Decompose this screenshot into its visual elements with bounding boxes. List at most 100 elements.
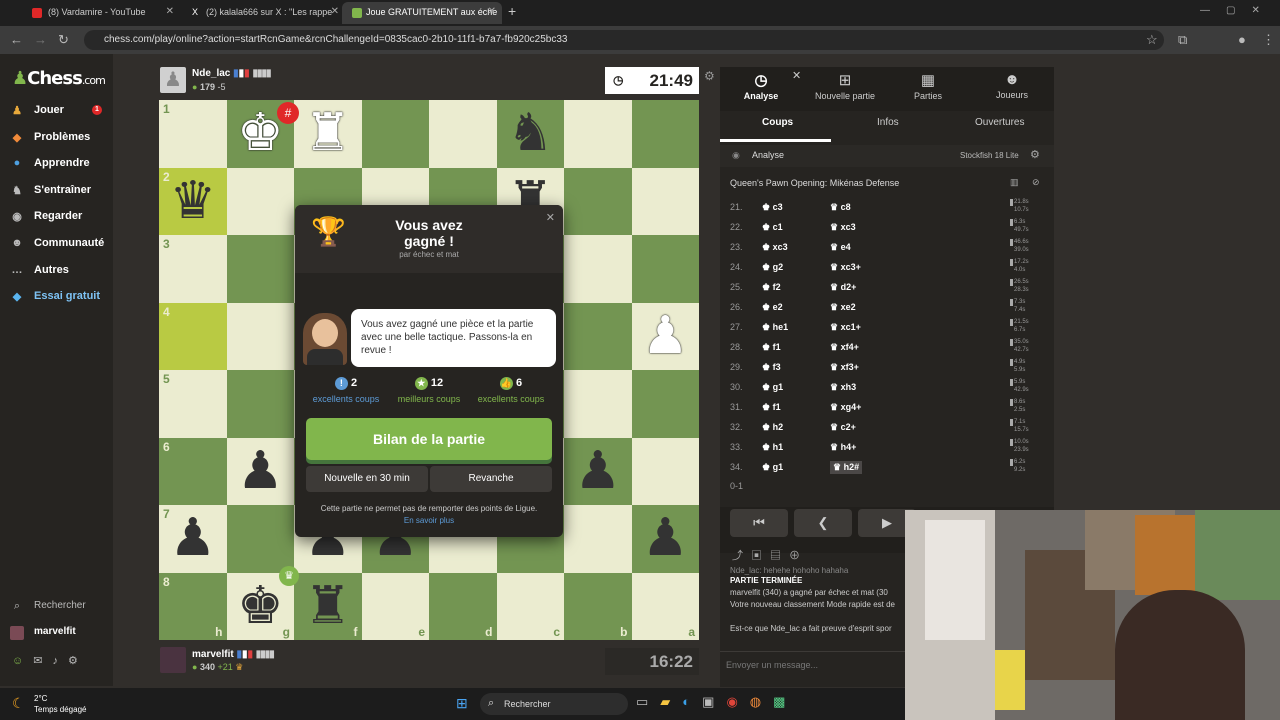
trash-icon[interactable]: ▥ [1010, 177, 1019, 188]
sidebar-item-essai-gratuit[interactable]: ◆ Essai gratuit [10, 290, 100, 306]
url-field[interactable]: chess.com/play/online?action=startRcnGam… [84, 30, 1164, 50]
black-move[interactable]: ♛ c8 [830, 202, 851, 213]
sidebar-item-autres[interactable]: … Autres [10, 264, 69, 280]
chess-logo[interactable]: ♟Chess.com [12, 68, 106, 89]
move-row[interactable]: 33. ♚ h1 ♛ h4+ 10.0s 23.9s [720, 438, 1054, 458]
board-square[interactable] [631, 437, 699, 505]
move-row[interactable]: 22. ♚ c1 ♛ xc3 6.3s 49.7s [720, 218, 1054, 238]
white-move[interactable]: ♚ g1 [762, 382, 783, 393]
profile-icon[interactable]: ● [1238, 32, 1246, 47]
board-square[interactable]: b [564, 572, 632, 640]
move-row[interactable]: 28. ♚ f1 ♛ xf4+ 35.0s 42.7s [720, 338, 1054, 358]
extensions-icon[interactable]: ⧉ [1178, 32, 1187, 48]
move-row[interactable]: 29. ♚ f3 ♛ xf3+ 4.9s 5.9s [720, 358, 1054, 378]
back-icon[interactable]: ← [10, 32, 23, 47]
tab-youtube[interactable]: (8) Vardamire - YouTube ✕ [0, 2, 180, 24]
tab-analyse[interactable]: ◷ Analyse [726, 71, 796, 101]
black-pawn-piece[interactable]: ♟ [632, 505, 700, 573]
board-square[interactable] [226, 370, 294, 438]
board-square[interactable]: d [429, 572, 497, 640]
board-square[interactable] [429, 100, 497, 168]
chrome-icon[interactable]: ◉ [726, 694, 749, 709]
windows-start-icon[interactable]: ⊞ [456, 695, 468, 712]
board-square[interactable]: e [361, 572, 429, 640]
tab-nouvelle-partie[interactable]: ⊞ Nouvelle partie [810, 71, 880, 101]
black-move[interactable]: ♛ h2# [830, 461, 863, 474]
move-row[interactable]: 27. ♚ he1 ♛ xc1+ 21.5s 6.7s [720, 318, 1054, 338]
board-square[interactable] [631, 100, 699, 168]
move-row[interactable]: 26. ♚ e2 ♛ xe2 7.3s 7.4s [720, 298, 1054, 318]
tab-chess[interactable]: Joue GRATUITEMENT aux éche ✕ [342, 2, 502, 24]
white-move[interactable]: ♚ f1 [762, 402, 781, 413]
white-move[interactable]: ♚ f1 [762, 342, 781, 353]
block-icon[interactable]: ⊘ [1032, 177, 1040, 188]
window-controls[interactable]: —▢✕ [1200, 5, 1276, 16]
edge-icon[interactable]: ◐ [682, 694, 702, 709]
sidebar-profile[interactable]: marvelfit [10, 626, 76, 642]
black-move[interactable]: ♛ d2+ [830, 282, 856, 293]
board-square[interactable]: 5 [159, 370, 227, 438]
black-queen-piece[interactable]: ♛ [159, 168, 227, 236]
white-rook-piece[interactable]: ♜ [294, 100, 362, 168]
board-square[interactable] [226, 505, 294, 573]
board-square[interactable] [564, 167, 632, 235]
black-move[interactable]: ♛ xc3 [830, 222, 856, 233]
reload-icon[interactable]: ↻ [58, 32, 69, 48]
white-move[interactable]: ♚ c1 [762, 222, 783, 233]
board-square[interactable]: a [631, 572, 699, 640]
white-move[interactable]: ♚ g1 [762, 462, 783, 473]
zoom-icon[interactable]: ⊕ [789, 550, 808, 562]
white-move[interactable]: ♚ f2 [762, 282, 781, 293]
white-move[interactable]: ♚ f3 [762, 362, 781, 373]
move-row[interactable]: 21. ♚ c3 ♛ c8 21.8s 10.7s [720, 198, 1054, 218]
sidebar-item-apprendre[interactable]: ● Apprendre [10, 157, 90, 173]
white-pawn-piece[interactable]: ♟ [632, 303, 700, 371]
black-move[interactable]: ♛ e4 [830, 242, 851, 253]
player-name[interactable]: marvelfit ▮▮▮ ▮▮▮▮ [192, 649, 275, 660]
board-square[interactable]: 4 [159, 302, 227, 370]
white-move[interactable]: ♚ h2 [762, 422, 783, 433]
board-square[interactable] [631, 235, 699, 303]
black-move[interactable]: ♛ xg4+ [830, 402, 861, 413]
rematch-button[interactable]: Revanche [430, 466, 552, 492]
move-row[interactable]: 31. ♚ f1 ♛ xg4+ 8.6s 2.5s [720, 398, 1054, 418]
sidebar-bottom-icons[interactable]: ☺✉♪⚙ [12, 654, 102, 670]
image-icon[interactable]: ▤ [770, 550, 789, 562]
board-square[interactable] [631, 370, 699, 438]
board-square[interactable]: 6 [159, 437, 227, 505]
board-square[interactable] [361, 100, 429, 168]
black-move[interactable]: ♛ xh3 [830, 382, 856, 393]
toggle-icon[interactable]: ◉ [732, 150, 740, 161]
board-settings-icon[interactable]: ⚙ [704, 69, 715, 83]
sidebar-item-problemes[interactable]: ◆ Problèmes [10, 131, 90, 147]
move-row[interactable]: 32. ♚ h2 ♛ c2+ 7.1s 15.7s [720, 418, 1054, 438]
black-move[interactable]: ♛ xf3+ [830, 362, 859, 373]
move-row[interactable]: 23. ♚ xc3 ♛ e4 46.6s 39.0s [720, 238, 1054, 258]
first-move-button[interactable]: ⏮ [730, 509, 788, 537]
subtab-coups[interactable]: Coups [762, 117, 793, 128]
close-tab-icon[interactable]: ✕ [331, 6, 339, 17]
white-move[interactable]: ♚ c3 [762, 202, 783, 213]
file-explorer-icon[interactable]: ▰ [660, 694, 682, 709]
black-pawn-piece[interactable]: ♟ [564, 438, 632, 506]
board-square[interactable] [226, 235, 294, 303]
mail-icon[interactable]: ✉ [33, 655, 52, 667]
close-icon[interactable]: ✕ [792, 69, 801, 82]
store-icon[interactable]: ▣ [702, 694, 726, 709]
board-square[interactable] [564, 302, 632, 370]
board-square[interactable]: 3 [159, 235, 227, 303]
black-pawn-piece[interactable]: ♟ [159, 505, 227, 573]
camera-icon[interactable]: ▣ [751, 550, 770, 562]
move-row[interactable]: 24. ♚ g2 ♛ xc3+ 17.2s 4.0s [720, 258, 1054, 278]
prev-move-button[interactable]: ❮ [794, 509, 852, 537]
subtab-infos[interactable]: Infos [877, 117, 899, 128]
friends-icon[interactable]: ☺ [12, 655, 33, 667]
board-square[interactable] [564, 100, 632, 168]
firefox-icon[interactable]: ◍ [750, 694, 773, 709]
sidebar-search[interactable]: ⌕ Rechercher [10, 600, 86, 616]
board-square[interactable] [226, 302, 294, 370]
board-square[interactable]: c [496, 572, 564, 640]
black-pawn-piece[interactable]: ♟ [227, 438, 295, 506]
black-move[interactable]: ♛ xf4+ [830, 342, 859, 353]
move-row[interactable]: 30. ♚ g1 ♛ xh3 5.9s 42.9s [720, 378, 1054, 398]
